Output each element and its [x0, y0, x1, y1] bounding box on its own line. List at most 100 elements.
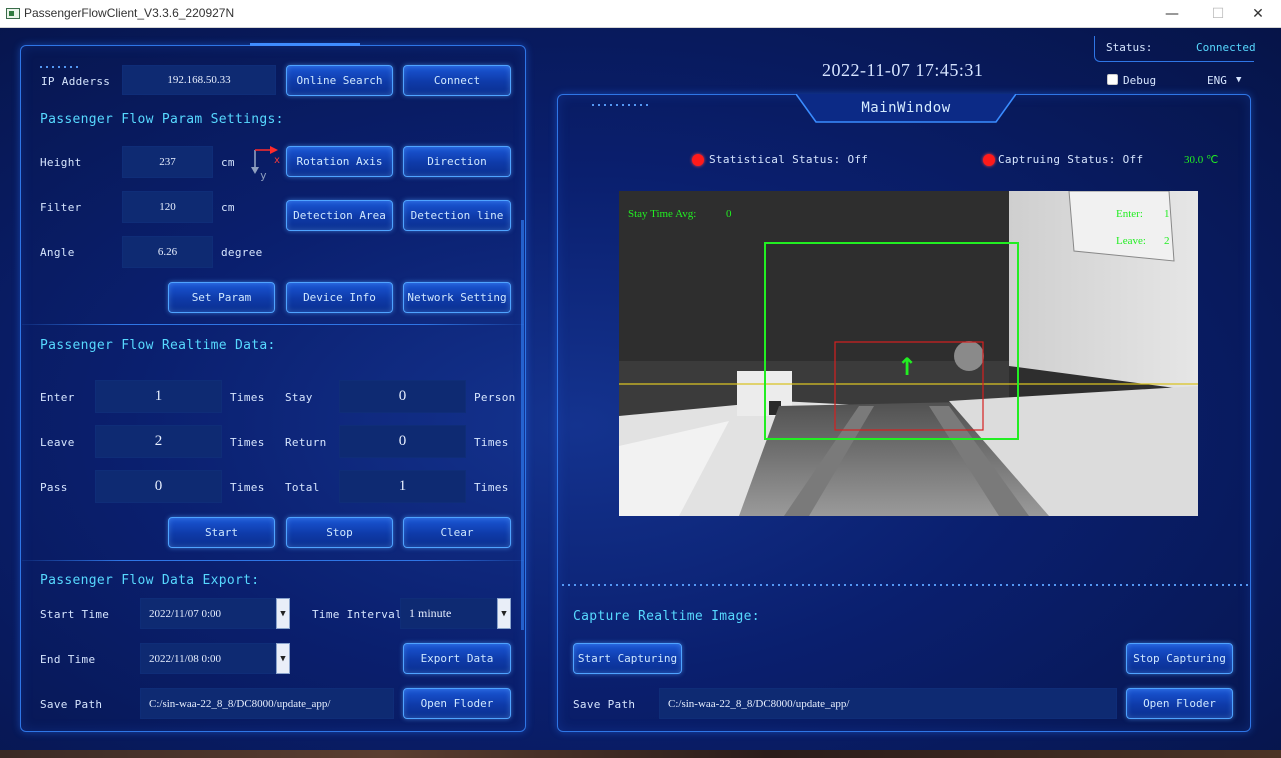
status-label: Status:: [1106, 41, 1153, 54]
statistical-status: Statistical Status: Off: [709, 153, 869, 166]
temperature-readout: 30.0 ℃: [1184, 154, 1219, 166]
set-param-button[interactable]: Set Param: [168, 282, 275, 313]
overlay-leave-label: Leave:: [1116, 235, 1146, 247]
time-interval-select[interactable]: 1 minute: [400, 598, 497, 629]
enter-unit: Times: [230, 391, 265, 404]
start-time-input[interactable]: 2022/11/07 0:00: [140, 598, 276, 629]
export-data-button[interactable]: Export Data: [403, 643, 511, 674]
ip-address-label: IP Adderss: [41, 75, 111, 88]
start-time-label: Start Time: [40, 608, 110, 621]
divider: [22, 324, 524, 325]
overlay-leave-value: 2: [1164, 235, 1170, 247]
connect-button[interactable]: Connect: [403, 65, 511, 96]
pass-unit: Times: [230, 481, 265, 494]
statistical-status-icon: [692, 154, 704, 166]
start-button[interactable]: Start: [168, 517, 275, 548]
pass-value: 0: [95, 470, 222, 503]
height-unit: cm: [221, 156, 235, 169]
decor-dots: [38, 66, 78, 68]
angle-input[interactable]: 6.26: [122, 236, 213, 268]
angle-unit: degree: [221, 246, 263, 259]
direction-arrow-icon: ↑: [897, 353, 918, 381]
status-value: Connected: [1196, 41, 1256, 54]
total-label: Total: [285, 481, 320, 494]
app-icon: [6, 8, 20, 19]
chevron-down-icon[interactable]: ▼: [1236, 75, 1241, 85]
network-setting-button[interactable]: Network Setting: [403, 282, 511, 313]
ip-address-input[interactable]: 192.168.50.33: [122, 65, 276, 95]
stay-label: Stay: [285, 391, 313, 404]
capturing-status: Captruing Status: Off: [998, 153, 1144, 166]
return-unit: Times: [474, 436, 509, 449]
capture-save-path-input[interactable]: C:/sin-waa-22_8_8/DC8000/update_app/: [659, 688, 1117, 719]
left-panel-accent: [250, 43, 360, 46]
device-info-button[interactable]: Device Info: [286, 282, 393, 313]
total-value: 1: [339, 470, 466, 503]
axis-x-label: x: [274, 155, 281, 166]
camera-view[interactable]: Stay Time Avg: 0 Enter: 1 Leave: 2 ↑: [619, 191, 1198, 516]
capture-open-folder-button[interactable]: Open Floder: [1126, 688, 1233, 719]
data-export-title: Passenger Flow Data Export:: [40, 573, 260, 588]
leave-label: Leave: [40, 436, 75, 449]
save-path-label: Save Path: [40, 698, 103, 711]
filter-unit: cm: [221, 201, 235, 214]
capture-divider: [560, 584, 1248, 586]
return-value: 0: [339, 425, 466, 458]
stop-capturing-button[interactable]: Stop Capturing: [1126, 643, 1233, 674]
stop-button[interactable]: Stop: [286, 517, 393, 548]
debug-checkbox[interactable]: [1107, 74, 1118, 85]
open-folder-button[interactable]: Open Floder: [403, 688, 511, 719]
divider: [22, 560, 524, 561]
datetime-display: 2022-11-07 17:45:31: [822, 60, 984, 80]
detection-line-button[interactable]: Detection line: [403, 200, 511, 231]
pass-label: Pass: [40, 481, 68, 494]
angle-label: Angle: [40, 246, 75, 259]
clear-button[interactable]: Clear: [403, 517, 511, 548]
start-capturing-button[interactable]: Start Capturing: [573, 643, 682, 674]
close-button[interactable]: ✕: [1238, 0, 1278, 28]
capture-save-path-label: Save Path: [573, 698, 636, 711]
rotation-axis-button[interactable]: Rotation Axis: [286, 146, 393, 177]
enter-value: 1: [95, 380, 222, 413]
left-panel-scrollbar[interactable]: [521, 220, 524, 630]
direction-button[interactable]: Direction: [403, 146, 511, 177]
chevron-down-icon[interactable]: ▼: [276, 643, 290, 674]
filter-label: Filter: [40, 201, 82, 214]
minimize-button[interactable]: —: [1152, 0, 1192, 28]
stay-unit: Person: [474, 391, 516, 404]
end-time-label: End Time: [40, 653, 96, 666]
axis-y-label: y: [260, 169, 267, 182]
leave-unit: Times: [230, 436, 265, 449]
realtime-data-title: Passenger Flow Realtime Data:: [40, 338, 276, 353]
param-settings-title: Passenger Flow Param Settings:: [40, 112, 284, 127]
decor-dots: [590, 104, 650, 106]
overlay-enter-label: Enter:: [1116, 208, 1143, 220]
chevron-down-icon[interactable]: ▼: [276, 598, 290, 629]
online-search-button[interactable]: Online Search: [286, 65, 393, 96]
main-window-title: MainWindow: [861, 100, 951, 116]
stay-time-value: 0: [726, 208, 732, 220]
time-interval-label: Time Interval: [312, 608, 402, 621]
chevron-down-icon[interactable]: ▼: [497, 598, 511, 629]
window-titlebar: PassengerFlowClient_V3.3.6_220927N — ☐ ✕: [0, 0, 1281, 28]
height-label: Height: [40, 156, 82, 169]
save-path-input[interactable]: C:/sin-waa-22_8_8/DC8000/update_app/: [140, 688, 394, 719]
capturing-status-icon: [983, 154, 995, 166]
height-input[interactable]: 237: [122, 146, 213, 178]
maximize-button[interactable]: ☐: [1198, 0, 1238, 28]
stay-time-label: Stay Time Avg:: [628, 208, 697, 220]
leave-value: 2: [95, 425, 222, 458]
end-time-input[interactable]: 2022/11/08 0:00: [140, 643, 276, 674]
window-title: PassengerFlowClient_V3.3.6_220927N: [24, 6, 235, 20]
language-select[interactable]: ENG: [1207, 74, 1227, 87]
return-label: Return: [285, 436, 327, 449]
desktop-strip: [0, 750, 1281, 758]
overlay-enter-value: 1: [1164, 208, 1170, 220]
filter-input[interactable]: 120: [122, 191, 213, 223]
capture-title: Capture Realtime Image:: [573, 609, 760, 624]
debug-label: Debug: [1123, 74, 1157, 87]
stay-value: 0: [339, 380, 466, 413]
detection-area-button[interactable]: Detection Area: [286, 200, 393, 231]
enter-label: Enter: [40, 391, 75, 404]
total-unit: Times: [474, 481, 509, 494]
